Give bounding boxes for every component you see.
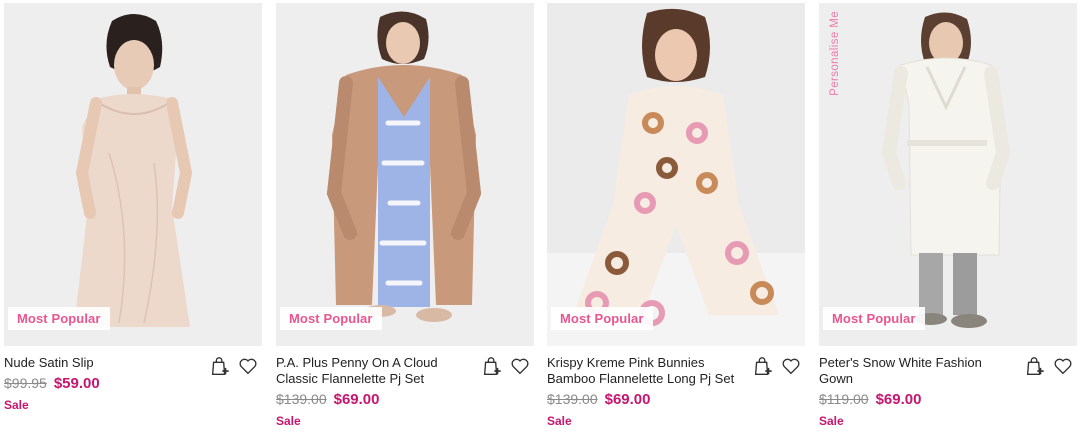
product-name[interactable]: P.A. Plus Penny On A Cloud Classic Flann… (276, 355, 466, 387)
wishlist-button[interactable] (236, 354, 260, 378)
heart-icon (239, 358, 257, 375)
product-info: Peter's Snow White Fashion Gown $119.00 … (819, 346, 1077, 428)
model-satin-slip-photo (4, 3, 262, 346)
bag-plus-icon (483, 357, 501, 375)
card-actions (751, 354, 803, 378)
sale-price: $69.00 (875, 391, 922, 408)
model-donut-pj-photo (547, 3, 805, 346)
bag-plus-icon (1026, 357, 1044, 375)
original-price: $139.00 (547, 391, 598, 407)
most-popular-badge: Most Popular (551, 307, 653, 330)
sale-price: $59.00 (53, 375, 100, 392)
price-row: $139.00 $69.00 (547, 391, 805, 408)
sale-price: $69.00 (604, 391, 651, 408)
product-info: Nude Satin Slip $99.95 $59.00 Sale (4, 346, 262, 412)
sale-label: Sale (4, 398, 29, 412)
heart-icon (1054, 358, 1072, 375)
sale-label: Sale (819, 414, 844, 428)
product-card[interactable]: Most Popular Nude Satin Slip $99.95 $59.… (4, 3, 262, 412)
wishlist-button[interactable] (779, 354, 803, 378)
heart-icon (511, 358, 529, 375)
price-row: $119.00 $69.00 (819, 391, 1077, 408)
product-image[interactable]: Most Popular (4, 3, 262, 346)
wishlist-button[interactable] (508, 354, 532, 378)
card-actions (208, 354, 260, 378)
product-name[interactable]: Nude Satin Slip (4, 355, 194, 371)
product-image[interactable]: Personalise Me Most Popular (819, 3, 1077, 346)
product-grid: Most Popular Nude Satin Slip $99.95 $59.… (0, 0, 1080, 432)
card-actions (1023, 354, 1075, 378)
product-card[interactable]: Personalise Me Most Popular Peter's Snow… (819, 3, 1077, 428)
card-actions (480, 354, 532, 378)
most-popular-badge: Most Popular (8, 307, 110, 330)
model-white-gown-photo (819, 3, 1077, 346)
bag-plus-icon (754, 357, 772, 375)
add-to-bag-button[interactable] (480, 354, 504, 378)
sale-label: Sale (547, 414, 572, 428)
personalise-tag[interactable]: Personalise Me (829, 11, 841, 96)
product-card[interactable]: Most Popular P.A. Plus Penny On A Cloud … (276, 3, 534, 428)
product-name[interactable]: Krispy Kreme Pink Bunnies Bamboo Flannel… (547, 355, 737, 387)
heart-icon (782, 358, 800, 375)
product-image[interactable]: Most Popular (276, 3, 534, 346)
original-price: $139.00 (276, 391, 327, 407)
add-to-bag-button[interactable] (751, 354, 775, 378)
product-name[interactable]: Peter's Snow White Fashion Gown (819, 355, 1009, 387)
sale-label: Sale (276, 414, 301, 428)
original-price: $99.95 (4, 375, 47, 391)
most-popular-badge: Most Popular (823, 307, 925, 330)
product-card[interactable]: Most Popular Krispy Kreme Pink Bunnies B… (547, 3, 805, 428)
add-to-bag-button[interactable] (208, 354, 232, 378)
sale-price: $69.00 (333, 391, 380, 408)
wishlist-button[interactable] (1051, 354, 1075, 378)
product-info: P.A. Plus Penny On A Cloud Classic Flann… (276, 346, 534, 428)
product-info: Krispy Kreme Pink Bunnies Bamboo Flannel… (547, 346, 805, 428)
original-price: $119.00 (819, 391, 869, 407)
most-popular-badge: Most Popular (280, 307, 382, 330)
bag-plus-icon (211, 357, 229, 375)
add-to-bag-button[interactable] (1023, 354, 1047, 378)
model-robe-pj-photo (276, 3, 534, 346)
price-row: $139.00 $69.00 (276, 391, 534, 408)
product-image[interactable]: Most Popular (547, 3, 805, 346)
